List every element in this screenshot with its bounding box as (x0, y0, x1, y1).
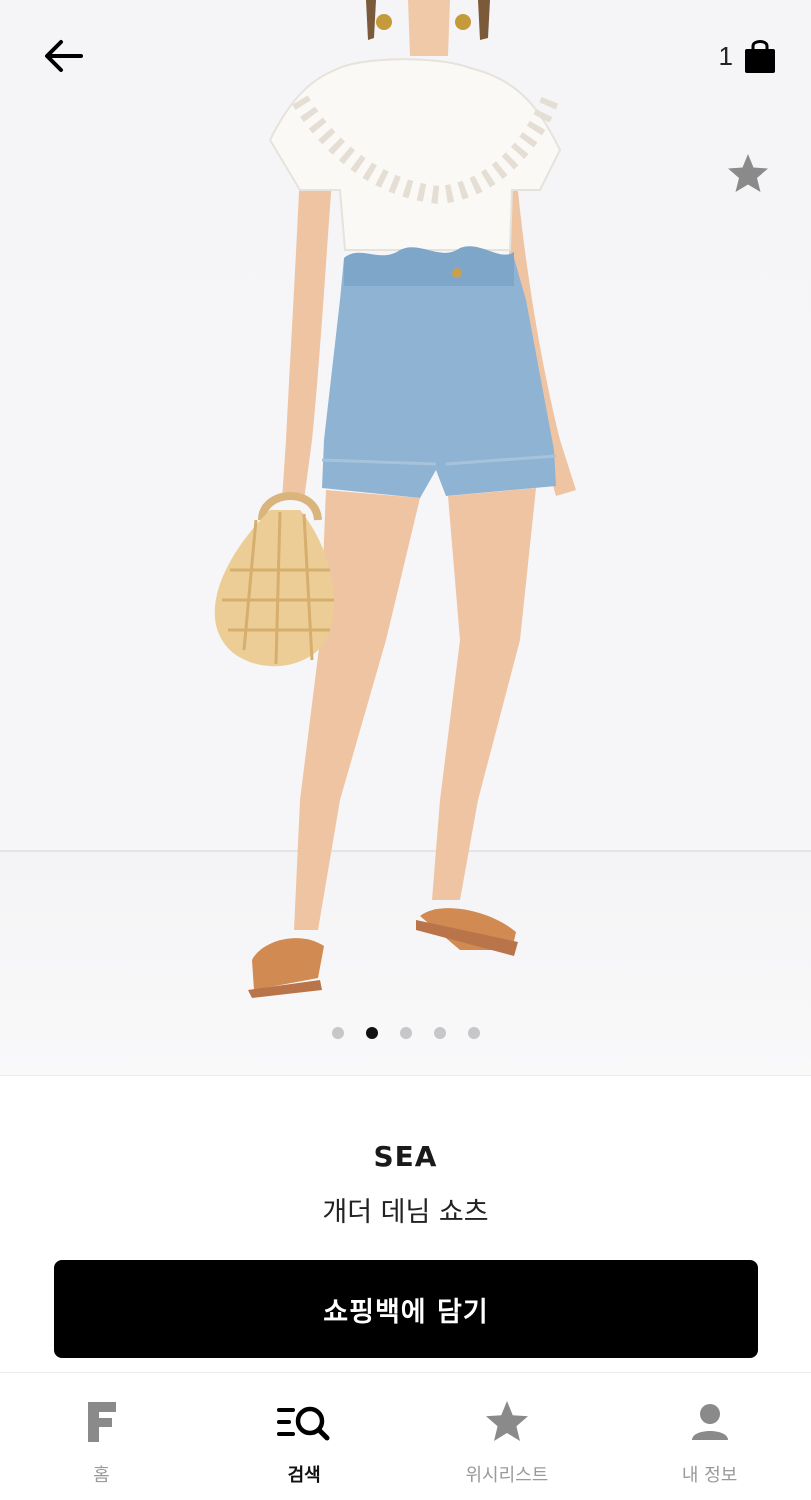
arrow-left-icon (45, 40, 83, 72)
tab-search-label: 검색 (287, 1465, 321, 1486)
product-image-gallery[interactable]: 1 (0, 0, 811, 1075)
tab-my-info[interactable]: 내 정보 (608, 1373, 811, 1500)
pagination-dot[interactable] (467, 1027, 480, 1039)
pagination-dot[interactable] (399, 1027, 412, 1039)
product-name: 개더 데님 쇼츠 (322, 1197, 489, 1228)
tab-wishlist-label: 위시리스트 (465, 1465, 549, 1486)
back-button[interactable] (38, 32, 88, 80)
tab-home[interactable]: 홈 (0, 1373, 203, 1500)
star-icon (485, 1401, 528, 1441)
logo-f-icon (88, 1402, 117, 1442)
shopping-bag-icon (745, 40, 775, 73)
pagination-dot[interactable] (433, 1027, 446, 1039)
pagination-dot-active[interactable] (365, 1027, 378, 1039)
section-divider (0, 1075, 811, 1076)
add-to-bag-button[interactable]: 쇼핑백에 담기 (54, 1260, 758, 1358)
tab-wishlist[interactable]: 위시리스트 (406, 1373, 609, 1500)
bottom-tab-bar: 홈 검색 위시리스트 내 정보 (0, 1372, 811, 1500)
pagination-dot[interactable] (331, 1027, 344, 1039)
product-brand[interactable]: SEA (0, 1140, 811, 1173)
tab-my-info-label: 내 정보 (681, 1465, 738, 1486)
product-photo (214, 0, 576, 998)
search-icon (277, 1406, 330, 1441)
tab-search[interactable]: 검색 (203, 1373, 406, 1500)
wishlist-star-button[interactable] (724, 150, 772, 198)
image-pagination (0, 1027, 811, 1039)
bag-count-badge: 1 (718, 41, 733, 71)
shopping-bag-button[interactable]: 1 (719, 34, 777, 78)
star-icon (728, 154, 768, 192)
user-icon (691, 1404, 728, 1440)
tab-home-label: 홈 (93, 1465, 110, 1486)
